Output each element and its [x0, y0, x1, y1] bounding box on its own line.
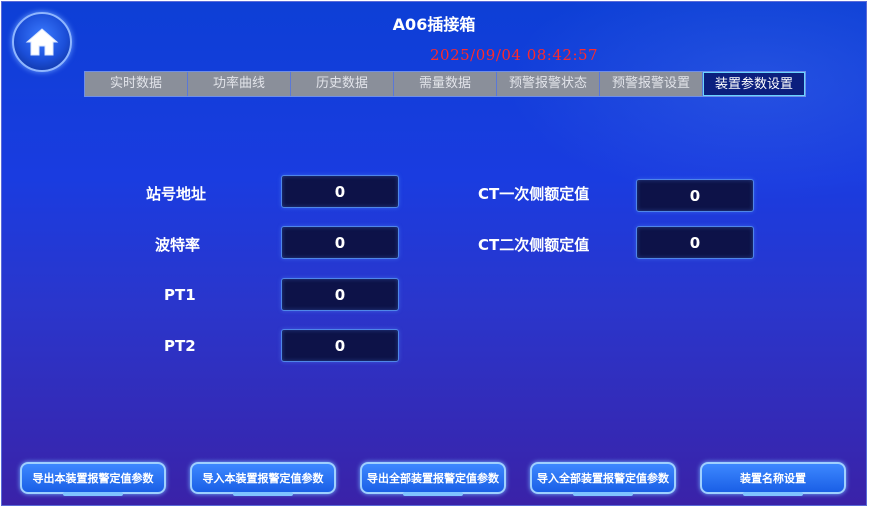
import-all-devices-alarm-params-button[interactable]: 导入全部装置报警定值参数 — [530, 462, 676, 496]
pt2-field[interactable]: 0 — [281, 329, 399, 362]
station-address-field[interactable]: 0 — [281, 175, 399, 208]
pt1-field[interactable]: 0 — [281, 278, 399, 311]
tab-alarm-settings[interactable]: 预警报警设置 — [600, 72, 703, 96]
tab-power-curve[interactable]: 功率曲线 — [188, 72, 291, 96]
import-this-device-alarm-params-button[interactable]: 导入本装置报警定值参数 — [190, 462, 336, 496]
ct-secondary-label: CT二次侧额定值 — [478, 236, 590, 254]
tab-demand-data[interactable]: 需量数据 — [394, 72, 497, 96]
export-this-device-alarm-params-button[interactable]: 导出本装置报警定值参数 — [20, 462, 166, 496]
ct-primary-label: CT一次侧额定值 — [478, 185, 590, 203]
hmi-screen: A06插接箱 2025/09/04 08:42:57 实时数据 功率曲线 历史数… — [1, 1, 867, 506]
tab-history-data[interactable]: 历史数据 — [291, 72, 394, 96]
tab-device-parameters[interactable]: 装置参数设置 — [703, 72, 805, 96]
station-address-label: 站号地址 — [146, 185, 207, 203]
pt1-label: PT1 — [164, 286, 196, 304]
tab-alarm-status[interactable]: 预警报警状态 — [497, 72, 600, 96]
tab-realtime-data[interactable]: 实时数据 — [85, 72, 188, 96]
device-name-setting-button[interactable]: 装置名称设置 — [700, 462, 846, 496]
baud-rate-label: 波特率 — [155, 236, 201, 254]
page-title: A06插接箱 — [392, 15, 476, 34]
tab-bar: 实时数据 功率曲线 历史数据 需量数据 预警报警状态 预警报警设置 装置参数设置 — [84, 71, 806, 97]
ct-primary-field[interactable]: 0 — [636, 179, 754, 212]
datetime-display: 2025/09/04 08:42:57 — [430, 46, 599, 64]
baud-rate-field[interactable]: 0 — [281, 226, 399, 259]
pt2-label: PT2 — [164, 337, 196, 355]
ct-secondary-field[interactable]: 0 — [636, 226, 754, 259]
export-all-devices-alarm-params-button[interactable]: 导出全部装置报警定值参数 — [360, 462, 506, 496]
